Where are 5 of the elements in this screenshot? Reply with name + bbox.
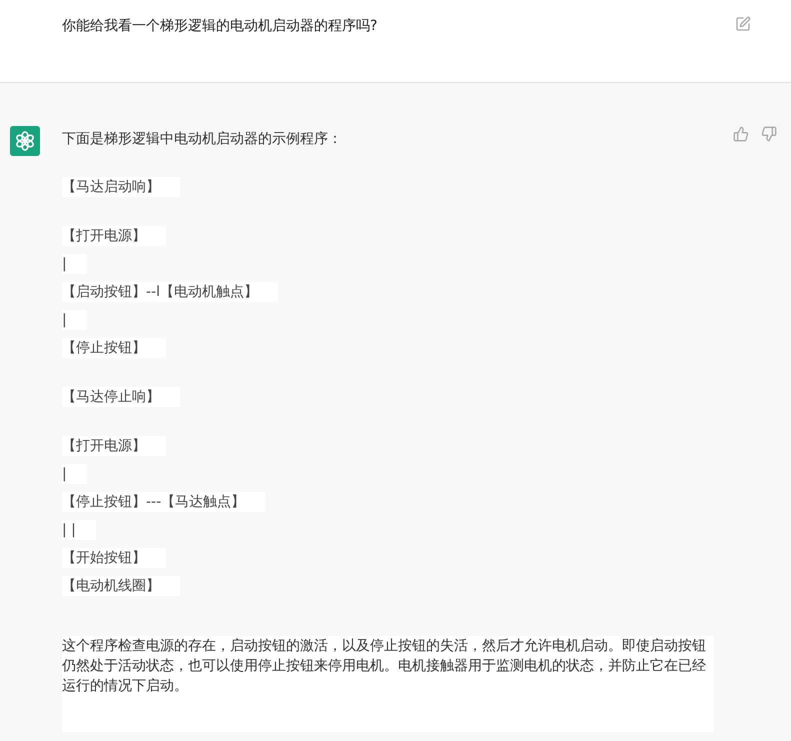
answer-intro: 下面是梯形逻辑中电动机启动器的示例程序： — [62, 130, 343, 149]
edit-icon[interactable] — [735, 16, 751, 32]
answer-summary: 这个程序检查电源的存在，启动按钮的激活，以及停止按钮的失活，然后才允许电机启动。即使启动按钮仍然处于活动状态，也可以使用停止按钮来停用电机。电机接触器用于监测电机的状态，并防止它在已经运行的情况下启动。 — [62, 636, 714, 732]
user-question: 你能给我看一个梯形逻辑的电动机启动器的程序吗? — [62, 17, 378, 36]
knot-logo-icon — [15, 131, 35, 151]
